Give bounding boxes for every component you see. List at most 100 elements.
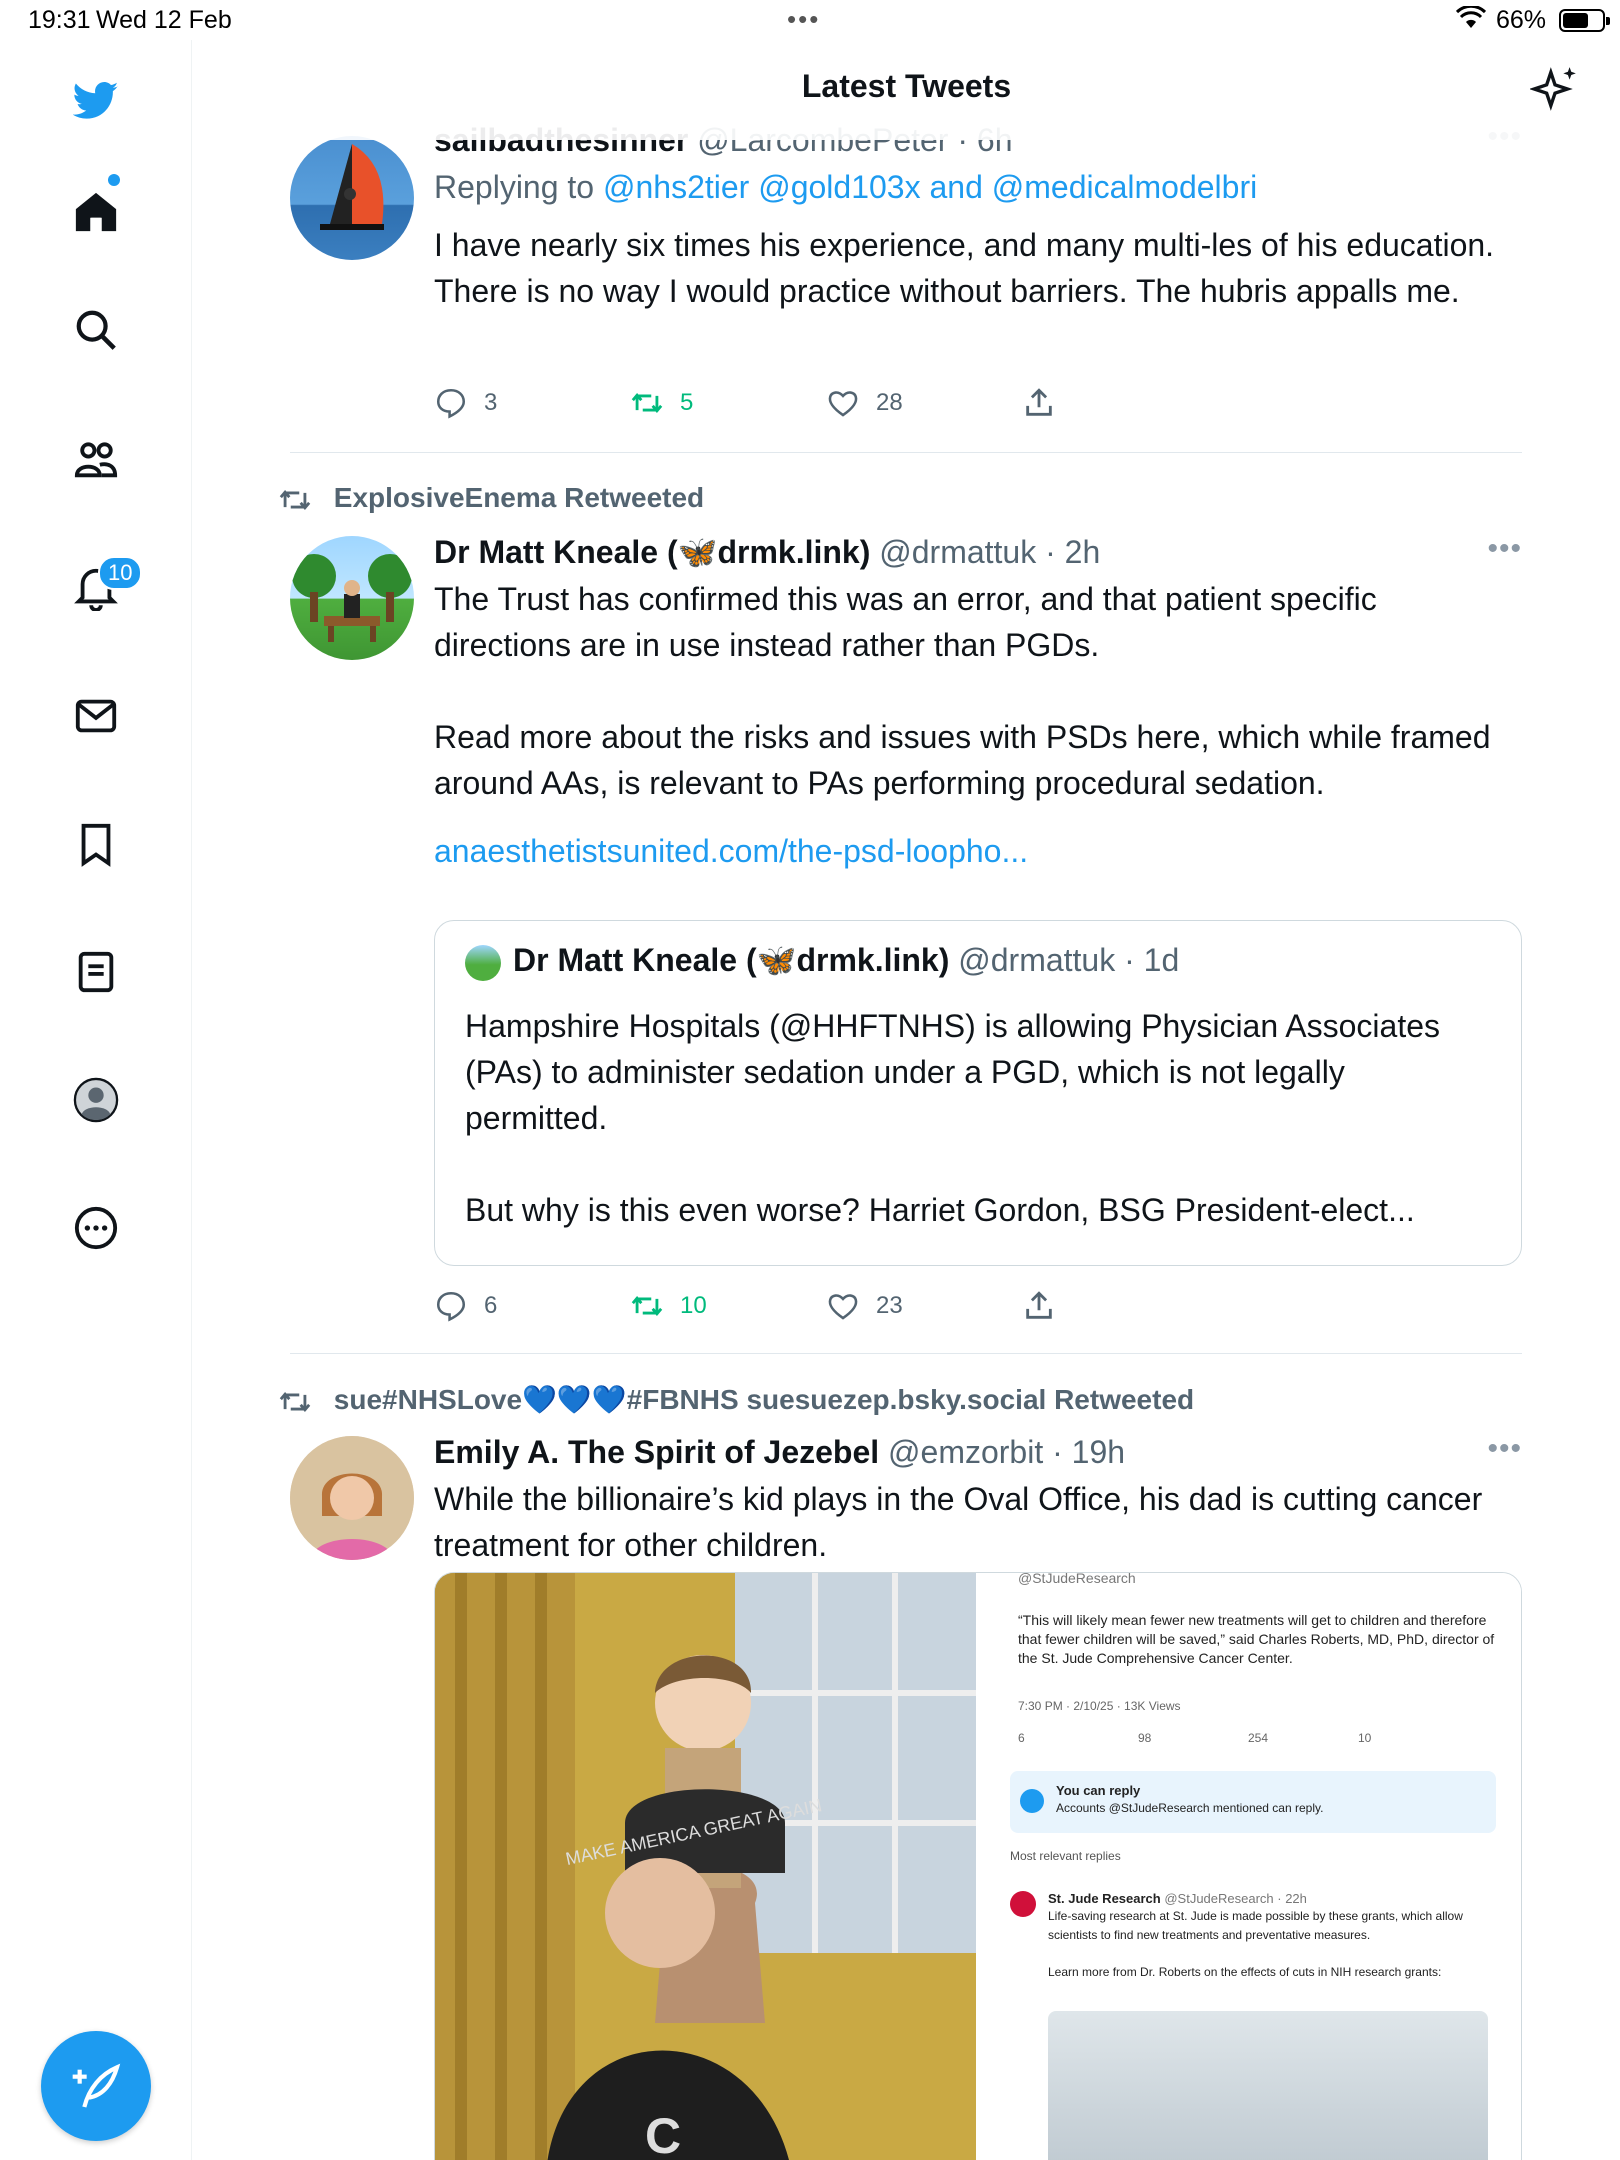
tweet-text: The Trust has confirmed this was an erro… — [434, 581, 1491, 801]
author-name[interactable]: Emily A. The Spirit of Jezebel — [434, 1434, 879, 1470]
reply-button[interactable]: 3 — [434, 386, 497, 420]
tweet-divider — [290, 452, 1522, 453]
ss-reply-author: St. Jude Research @StJudeResearch · 22h — [1048, 1889, 1307, 1908]
heart-icon — [828, 391, 858, 417]
page-title: Latest Tweets — [801, 68, 1012, 104]
retweet-count: 5 — [680, 389, 694, 416]
author-handle[interactable]: @drmattuk — [879, 534, 1036, 570]
ss-lab-photo — [1048, 2011, 1488, 2160]
ss-stat-bookmarks: 10 — [1358, 1731, 1372, 1745]
tweet[interactable]: Emily A. The Spirit of Jezebel @emzorbit… — [290, 1432, 1522, 2160]
ss-can-reply-sub: Accounts @StJudeResearch mentioned can r… — [1056, 1801, 1324, 1815]
ss-stat-likes: 254 — [1248, 1731, 1269, 1745]
timeline-header: Latest Tweets — [193, 40, 1620, 140]
retweeted-by-label: ExplosiveEnema Retweeted — [333, 482, 705, 513]
tweet-text: While the billionaire’s kid plays in the… — [434, 1481, 1492, 1563]
ss-can-reply-title: You can reply — [1056, 1783, 1141, 1798]
retweet-count: 10 — [680, 1292, 707, 1319]
more-options-icon[interactable] — [66, 1198, 126, 1258]
quoted-tweet-time: · 1d — [1124, 942, 1180, 978]
retweet-button[interactable]: 10 — [630, 1289, 707, 1323]
lists-icon[interactable] — [66, 942, 126, 1002]
home-unread-dot — [108, 174, 120, 186]
tweet-media[interactable]: MAKE AMERICA GREAT AGAIN C @StJudeResear… — [434, 1572, 1522, 2160]
tweet-text: I have nearly six times his experience, … — [434, 227, 1503, 309]
avatar[interactable] — [290, 136, 414, 260]
tweet-actions: 6 10 23 — [434, 1289, 1134, 1329]
ss-reply-text-2: Learn more from Dr. Roberts on the effec… — [1048, 1965, 1442, 1979]
tweet-author-row: Dr Matt Kneale (🦋drmk.link) @drmattuk · … — [434, 532, 1522, 572]
reply-count: 6 — [484, 1292, 498, 1319]
status-time: 19:31 — [28, 6, 91, 34]
share-button[interactable] — [1022, 1289, 1056, 1323]
multitasking-dots-icon[interactable]: ••• — [787, 4, 820, 35]
notifications-badge: 10 — [98, 556, 143, 590]
communities-icon[interactable] — [66, 430, 126, 490]
ss-reply-text: Life-saving research at St. Jude is made… — [1048, 1909, 1463, 1942]
reply-count: 3 — [484, 389, 498, 416]
like-button[interactable]: 23 — [826, 1289, 903, 1323]
bookmarks-icon[interactable] — [66, 814, 126, 874]
replying-to-label: Replying to — [434, 169, 595, 205]
like-button[interactable]: 28 — [826, 386, 903, 420]
wifi-icon — [1455, 4, 1487, 37]
retweet-button[interactable]: 5 — [630, 386, 693, 420]
sidebar: 10 — [0, 40, 192, 2160]
quoted-author-row: Dr Matt Kneale (🦋drmk.link) @drmattuk · … — [465, 941, 1179, 981]
sparkle-timeline-toggle-icon[interactable] — [1528, 64, 1580, 114]
quoted-author-name: Dr Matt Kneale (🦋drmk.link) — [513, 942, 950, 978]
quoted-tweet[interactable]: Dr Matt Kneale (🦋drmk.link) @drmattuk · … — [434, 920, 1522, 1266]
ss-can-reply-box: You can reply Accounts @StJudeResearch m… — [1010, 1771, 1496, 1833]
embedded-screenshot: @StJudeResearch “This will likely mean f… — [978, 1572, 1521, 2160]
tweet-divider — [290, 1353, 1522, 1354]
like-count: 28 — [876, 389, 903, 416]
tweet-more-icon[interactable]: ••• — [1487, 532, 1522, 566]
ss-most-relevant: Most relevant replies — [1010, 1849, 1121, 1863]
retweeted-by[interactable]: ExplosiveEnema Retweeted — [278, 482, 704, 517]
like-count: 23 — [876, 1292, 903, 1319]
ss-reply-handle: @StJudeResearch · 22h — [1164, 1891, 1307, 1906]
tweet-more-icon[interactable]: ••• — [1487, 1432, 1522, 1466]
tweet-author-row: Emily A. The Spirit of Jezebel @emzorbit… — [434, 1432, 1522, 1472]
ss-top-handle: @StJudeResearch — [1018, 1572, 1136, 1586]
ss-stat-replies: 6 — [1018, 1731, 1025, 1745]
battery-percent: 66% — [1496, 6, 1547, 34]
status-date: Wed 12 Feb — [96, 6, 232, 34]
home-icon[interactable] — [66, 182, 126, 242]
avatar[interactable] — [290, 536, 414, 660]
messages-icon[interactable] — [66, 686, 126, 746]
quoted-avatar — [465, 944, 501, 981]
tweet-photo[interactable]: MAKE AMERICA GREAT AGAIN C — [435, 1573, 976, 2160]
tweet-time: · 2h — [1045, 534, 1101, 570]
quoted-tweet-text: Hampshire Hospitals (@HHFTNHS) is allowi… — [465, 1008, 1440, 1228]
tweet[interactable]: sailbadthesinner @LarcombePeter · 6h Rep… — [290, 120, 1522, 450]
profile-avatar-icon[interactable] — [66, 1070, 126, 1130]
svg-text:C: C — [645, 2108, 681, 2160]
replying-to: Replying to @nhs2tier @gold103x and @med… — [434, 164, 1522, 210]
search-icon[interactable] — [66, 300, 126, 360]
tweet-link[interactable]: anaesthetistsunited.com/the-psd-loopho..… — [434, 828, 1522, 874]
replying-to-users[interactable]: @nhs2tier @gold103x and @medicalmodelbri — [603, 169, 1257, 205]
reply-icon — [436, 388, 466, 419]
status-bar: 19:31 Wed 12 Feb ••• 66% — [0, 0, 1620, 40]
twitter-logo-icon[interactable] — [66, 70, 126, 130]
author-name[interactable]: Dr Matt Kneale (🦋drmk.link) — [434, 534, 870, 570]
retweet-icon — [631, 393, 663, 413]
retweet-icon — [279, 1391, 311, 1412]
retweet-icon — [279, 489, 311, 510]
compose-tweet-button[interactable] — [41, 2031, 151, 2141]
ss-stat-retweets: 98 — [1138, 1731, 1152, 1745]
heart-icon — [828, 1294, 858, 1320]
ss-reply-name: St. Jude Research — [1048, 1891, 1161, 1906]
battery-fill — [1563, 13, 1588, 28]
tweet-actions: 3 5 28 — [434, 386, 1134, 426]
retweeted-by[interactable]: sue#NHSLove💙💙💙#FBNHS suesuezep.bsky.soci… — [278, 1383, 1194, 1419]
author-handle[interactable]: @emzorbit — [888, 1434, 1043, 1470]
retweeted-by-label: sue#NHSLove💙💙💙#FBNHS suesuezep.bsky.soci… — [333, 1384, 1195, 1415]
battery-icon — [1559, 9, 1610, 32]
reply-icon — [436, 1291, 466, 1322]
compose-feather-icon — [72, 2063, 121, 2108]
share-button[interactable] — [1022, 386, 1056, 420]
avatar[interactable] — [290, 1436, 414, 1560]
reply-button[interactable]: 6 — [434, 1289, 497, 1323]
